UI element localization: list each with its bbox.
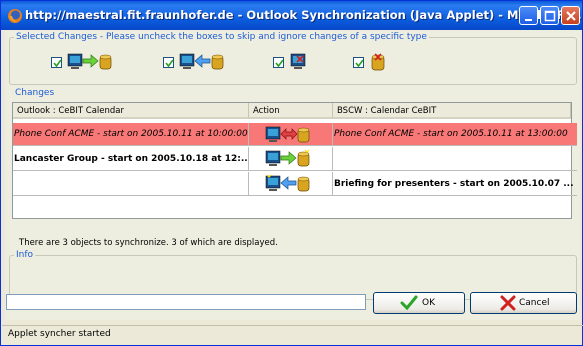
- maximize-button[interactable]: [540, 6, 559, 25]
- title-bar: http://maestral.fit.fraunhofer.de - Outl…: [1, 1, 582, 30]
- new-to-bscw-icon: [67, 53, 112, 70]
- minimize-button[interactable]: [519, 6, 538, 25]
- column-header-bscw[interactable]: BSCW : Calendar CeBIT: [333, 103, 571, 119]
- check-icon: [400, 295, 418, 311]
- column-header-action[interactable]: Action: [249, 103, 333, 119]
- delete-local-icon: [290, 53, 306, 69]
- checkbox-delete-remote[interactable]: [353, 57, 364, 68]
- window-title: http://maestral.fit.fraunhofer.de - Outl…: [25, 8, 582, 22]
- import-icon: [265, 174, 310, 192]
- cancel-button[interactable]: Cancel: [470, 292, 577, 314]
- row-bscw-cell: Phone Conf ACME - start on 2005.10.11 at…: [334, 129, 568, 139]
- progress-field: [6, 294, 366, 310]
- applet-window: http://maestral.fit.fraunhofer.de - Outl…: [0, 0, 583, 346]
- column-header-outlook[interactable]: Outlook : CeBIT Calendar: [13, 103, 249, 119]
- info-text: There are 3 objects to synchronize. 3 of…: [19, 238, 278, 248]
- changes-legend: Changes: [15, 88, 55, 98]
- status-text: Applet syncher started: [8, 329, 111, 339]
- update-from-bscw-icon: [179, 53, 224, 70]
- row-outlook-cell: [13, 172, 249, 195]
- close-button[interactable]: [561, 6, 580, 25]
- info-legend: Info: [16, 250, 34, 260]
- row-outlook-cell: Lancaster Group - start on 2005.10.18 at…: [13, 147, 249, 170]
- row-outlook-cell: Phone Conf ACME - start on 2005.10.11 at…: [13, 123, 249, 145]
- cancel-label: Cancel: [519, 298, 550, 308]
- conflict-icon: [265, 126, 310, 143]
- row-action-cell[interactable]: [249, 172, 333, 195]
- table-row[interactable]: Lancaster Group - start on 2005.10.18 at…: [13, 147, 577, 171]
- export-icon: [265, 149, 310, 167]
- row-action-cell[interactable]: [249, 147, 333, 170]
- row-bscw-cell: Briefing for presenters - start on 2005.…: [334, 179, 573, 189]
- ok-button[interactable]: OK: [373, 292, 465, 314]
- delete-remote-icon: [371, 53, 385, 71]
- table-row[interactable]: Briefing for presenters - start on 2005.…: [13, 172, 577, 196]
- row-bscw-cell: [333, 147, 573, 170]
- checkbox-delete-local[interactable]: [273, 57, 284, 68]
- table-row[interactable]: Phone Conf ACME - start on 2005.10.11 at…: [13, 123, 577, 146]
- status-bar: Applet syncher started: [2, 325, 583, 346]
- checkbox-update-from-bscw[interactable]: [163, 57, 174, 68]
- ok-label: OK: [422, 298, 435, 308]
- selected-changes-legend: Selected Changes - Please uncheck the bo…: [16, 32, 427, 42]
- firefox-icon: [8, 9, 22, 23]
- cross-icon: [500, 295, 516, 311]
- row-action-cell[interactable]: [249, 123, 333, 145]
- checkbox-new-to-bscw[interactable]: [51, 57, 62, 68]
- changes-table: Outlook : CeBIT Calendar Action BSCW : C…: [12, 102, 577, 219]
